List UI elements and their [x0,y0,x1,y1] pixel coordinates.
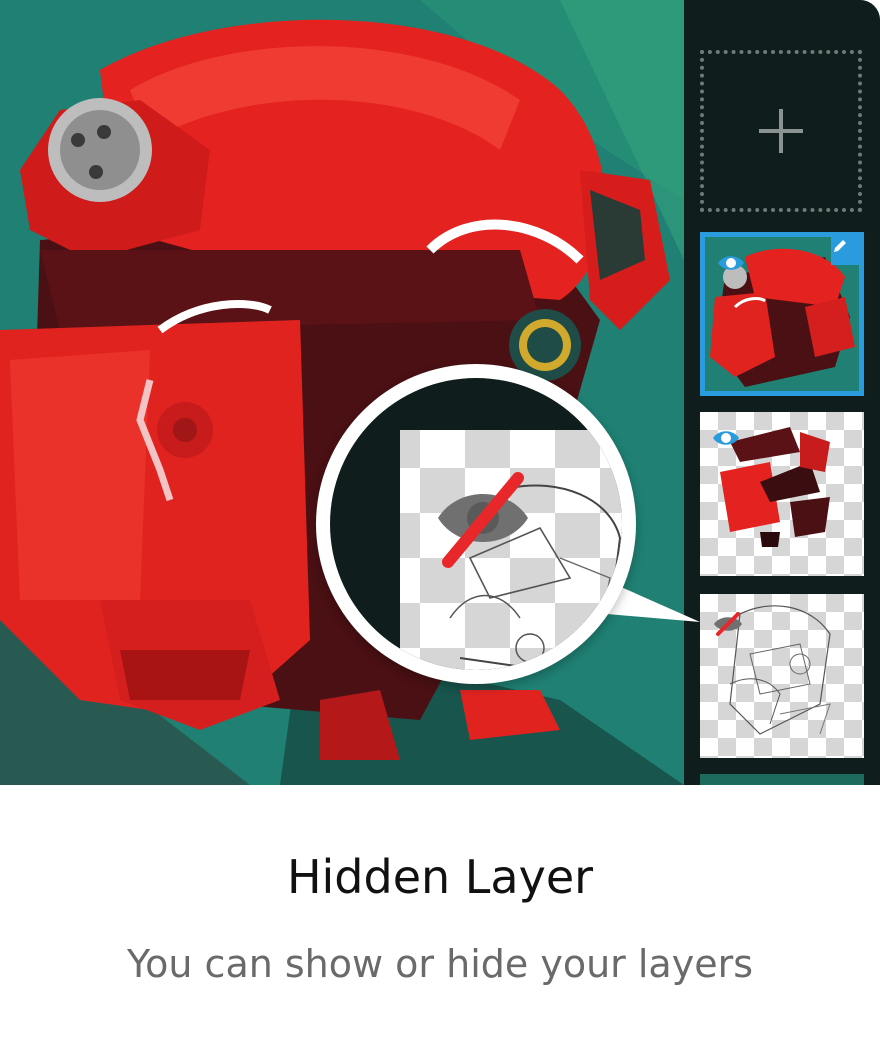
caption-title: Hidden Layer [286,850,594,904]
add-layer-button[interactable] [700,50,862,212]
magnifier-callout [316,364,636,684]
caption-subtitle: You can show or hide your layers [126,942,754,986]
layers-panel [684,0,880,785]
canvas-artwork[interactable] [0,0,684,785]
pencil-icon [831,237,859,265]
layer-thumbnail-3[interactable] [700,594,864,758]
app-screenshot-card [0,0,880,785]
magnified-layer-preview [400,430,622,670]
magnifier-view [330,378,622,670]
layer-thumbnail-4[interactable] [700,774,864,785]
layer-thumbnail-1[interactable] [700,232,864,396]
layer-thumbnail-2[interactable] [700,412,864,576]
plus-icon [759,109,803,153]
